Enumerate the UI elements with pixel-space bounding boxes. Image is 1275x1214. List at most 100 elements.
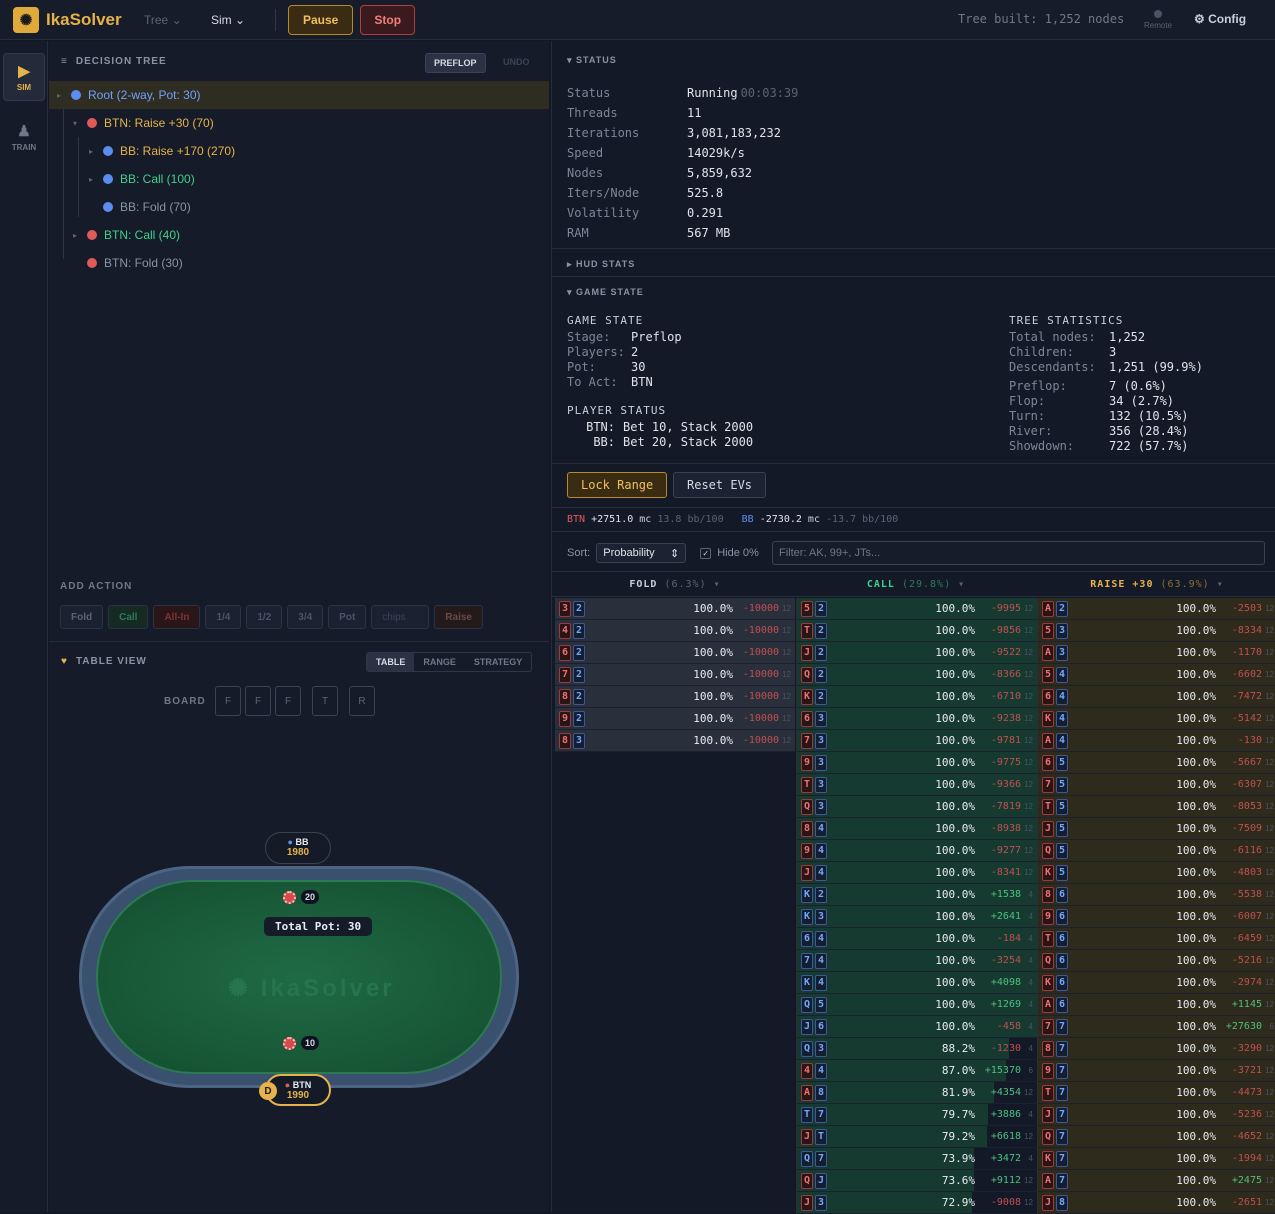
half-pot-button[interactable]: 1/2 <box>246 605 283 629</box>
hand-row[interactable]: A 8 81.9% +4354 12 <box>797 1082 1037 1104</box>
hand-row[interactable]: Q 5 100.0% -6116 12 <box>1038 840 1275 862</box>
hand-row[interactable]: Q 2 100.0% -8366 12 <box>797 664 1037 686</box>
board-card-flop-1[interactable]: F <box>215 686 241 716</box>
undo-button[interactable]: UNDO <box>503 57 530 67</box>
hand-row[interactable]: J 5 100.0% -7509 12 <box>1038 818 1275 840</box>
quarter-pot-button[interactable]: 1/4 <box>205 605 242 629</box>
hand-row[interactable]: 8 7 100.0% -3290 12 <box>1038 1038 1275 1060</box>
hand-row[interactable]: 7 3 100.0% -9781 12 <box>797 730 1037 752</box>
hand-row[interactable]: Q 6 100.0% -5216 12 <box>1038 950 1275 972</box>
menu-tree[interactable]: Tree ⌄ <box>144 13 198 27</box>
seat-bb[interactable]: ● BB 1980 <box>265 832 331 864</box>
filter-input[interactable]: Filter: AK, 99+, JTs... <box>772 541 1265 565</box>
chips-input[interactable]: chips <box>371 605 430 629</box>
hand-row[interactable]: 9 6 100.0% -6007 12 <box>1038 906 1275 928</box>
remote-toggle[interactable]: Remote <box>1142 8 1174 30</box>
hand-row[interactable]: T 6 100.0% -6459 12 <box>1038 928 1275 950</box>
tab-strategy[interactable]: STRATEGY <box>465 653 531 671</box>
hand-row[interactable]: 4 4 87.0% +15370 6 <box>797 1060 1037 1082</box>
fold-column-header[interactable]: FOLD (6.3%) ▾ <box>555 574 795 596</box>
hand-row[interactable]: A 3 100.0% -1170 12 <box>1038 642 1275 664</box>
hand-row[interactable]: A 2 100.0% -2503 12 <box>1038 598 1275 620</box>
hand-row[interactable]: K 3 100.0% +2641 4 <box>797 906 1037 928</box>
board-card-flop-2[interactable]: F <box>245 686 271 716</box>
call-action-button[interactable]: Call <box>108 605 149 629</box>
fold-action-button[interactable]: Fold <box>60 605 104 629</box>
hand-row[interactable]: 7 4 100.0% -3254 4 <box>797 950 1037 972</box>
hand-row[interactable]: 7 7 100.0% +27630 6 <box>1038 1016 1275 1038</box>
hand-row[interactable]: J 2 100.0% -9522 12 <box>797 642 1037 664</box>
hand-row[interactable]: 9 4 100.0% -9277 12 <box>797 840 1037 862</box>
hand-row[interactable]: T 7 100.0% -4473 12 <box>1038 1082 1275 1104</box>
hand-row[interactable]: J T 79.2% +6618 12 <box>797 1126 1037 1148</box>
rail-train[interactable]: ♟ TRAIN <box>3 113 45 161</box>
hand-row[interactable]: T 2 100.0% -9856 12 <box>797 620 1037 642</box>
hand-row[interactable]: 8 6 100.0% -5538 12 <box>1038 884 1275 906</box>
hand-row[interactable]: K 7 100.0% -1994 12 <box>1038 1148 1275 1170</box>
config-button[interactable]: ⚙ Config <box>1194 12 1246 26</box>
hand-row[interactable]: Q 3 88.2% -1230 4 <box>797 1038 1037 1060</box>
tree-node-bb-raise[interactable]: ▸ BB: Raise +170 (270) <box>89 137 235 165</box>
sort-select[interactable]: Probability ⇕ <box>596 543 687 563</box>
hand-row[interactable]: A 6 100.0% +1145 12 <box>1038 994 1275 1016</box>
pause-button[interactable]: Pause <box>288 4 354 35</box>
status-section-header[interactable]: ▾ STATUS <box>567 55 617 66</box>
raise-column-header[interactable]: RAISE +30 (63.9%) ▾ <box>1037 574 1275 596</box>
tree-node-btn-call[interactable]: ▸ BTN: Call (40) <box>73 221 180 249</box>
pot-button[interactable]: Pot <box>328 605 367 629</box>
hand-row[interactable]: 6 4 100.0% -184 4 <box>797 928 1037 950</box>
hand-row[interactable]: T 3 100.0% -9366 12 <box>797 774 1037 796</box>
hand-row[interactable]: 7 2 100.0% -10000 12 <box>555 664 795 686</box>
hand-row[interactable]: 6 4 100.0% -7472 12 <box>1038 686 1275 708</box>
menu-sim[interactable]: Sim ⌄ <box>211 13 265 27</box>
reset-evs-button[interactable]: Reset EVs <box>673 472 767 498</box>
hand-row[interactable]: 6 3 100.0% -9238 12 <box>797 708 1037 730</box>
lock-range-button[interactable]: Lock Range <box>567 472 668 498</box>
brand-logo[interactable]: ✺ IkaSolver <box>13 6 131 33</box>
hand-row[interactable]: Q 7 100.0% -4652 12 <box>1038 1126 1275 1148</box>
stop-button[interactable]: Stop <box>360 4 416 35</box>
hand-row[interactable]: 4 2 100.0% -10000 12 <box>555 620 795 642</box>
hand-row[interactable]: 8 3 100.0% -10000 12 <box>555 730 795 752</box>
hand-row[interactable]: K 5 100.0% -4803 12 <box>1038 862 1275 884</box>
hand-row[interactable]: J 6 100.0% -458 4 <box>797 1016 1037 1038</box>
hand-row[interactable]: K 4 100.0% -5142 12 <box>1038 708 1275 730</box>
hand-row[interactable]: Q 5 100.0% +1269 4 <box>797 994 1037 1016</box>
tree-node-btn-raise[interactable]: ▾ BTN: Raise +30 (70) <box>73 109 214 137</box>
hand-row[interactable]: 3 2 100.0% -10000 12 <box>555 598 795 620</box>
game-state-header[interactable]: ▾ GAME STATE <box>567 287 644 298</box>
tab-table[interactable]: TABLE <box>367 653 415 671</box>
hand-row[interactable]: T 7 79.7% +3886 4 <box>797 1104 1037 1126</box>
hand-row[interactable]: T 5 100.0% -8053 12 <box>1038 796 1275 818</box>
hand-row[interactable]: J 3 72.9% -9008 12 <box>797 1192 1037 1214</box>
preflop-button[interactable]: PREFLOP <box>425 53 486 73</box>
hand-row[interactable]: 5 4 100.0% -6602 12 <box>1038 664 1275 686</box>
hand-row[interactable]: A 7 100.0% +2475 12 <box>1038 1170 1275 1192</box>
hand-row[interactable]: K 2 100.0% +1538 4 <box>797 884 1037 906</box>
tree-node-btn-fold[interactable]: BTN: Fold (30) <box>73 249 183 277</box>
hide-zero-checkbox[interactable]: ✓ Hide 0% <box>700 547 759 559</box>
board-card-river[interactable]: R <box>349 686 375 716</box>
raise-action-button[interactable]: Raise <box>434 605 483 629</box>
hand-row[interactable]: 9 2 100.0% -10000 12 <box>555 708 795 730</box>
tab-range[interactable]: RANGE <box>414 653 465 671</box>
allin-action-button[interactable]: All-In <box>153 605 201 629</box>
hand-row[interactable]: 8 4 100.0% -8938 12 <box>797 818 1037 840</box>
hand-row[interactable]: Q 7 73.9% +3472 4 <box>797 1148 1037 1170</box>
tree-node-root[interactable]: ▸ Root (2-way, Pot: 30) <box>57 81 201 109</box>
board-card-turn[interactable]: T <box>312 686 338 716</box>
hand-row[interactable]: Q 3 100.0% -7819 12 <box>797 796 1037 818</box>
hand-row[interactable]: K 2 100.0% -6710 12 <box>797 686 1037 708</box>
hand-row[interactable]: J 4 100.0% -8341 12 <box>797 862 1037 884</box>
hand-row[interactable]: 8 2 100.0% -10000 12 <box>555 686 795 708</box>
hud-stats-header[interactable]: ▸ HUD STATS <box>567 259 635 270</box>
hand-row[interactable]: J 8 100.0% -2651 12 <box>1038 1192 1275 1214</box>
hand-row[interactable]: A 4 100.0% -130 12 <box>1038 730 1275 752</box>
hand-row[interactable]: 9 3 100.0% -9775 12 <box>797 752 1037 774</box>
hand-row[interactable]: 6 5 100.0% -5667 12 <box>1038 752 1275 774</box>
hand-row[interactable]: 6 2 100.0% -10000 12 <box>555 642 795 664</box>
rail-sim[interactable]: ▶ SIM <box>3 53 45 101</box>
hand-row[interactable]: 9 7 100.0% -3721 12 <box>1038 1060 1275 1082</box>
three-quarter-pot-button[interactable]: 3/4 <box>287 605 324 629</box>
hand-row[interactable]: 7 5 100.0% -6307 12 <box>1038 774 1275 796</box>
